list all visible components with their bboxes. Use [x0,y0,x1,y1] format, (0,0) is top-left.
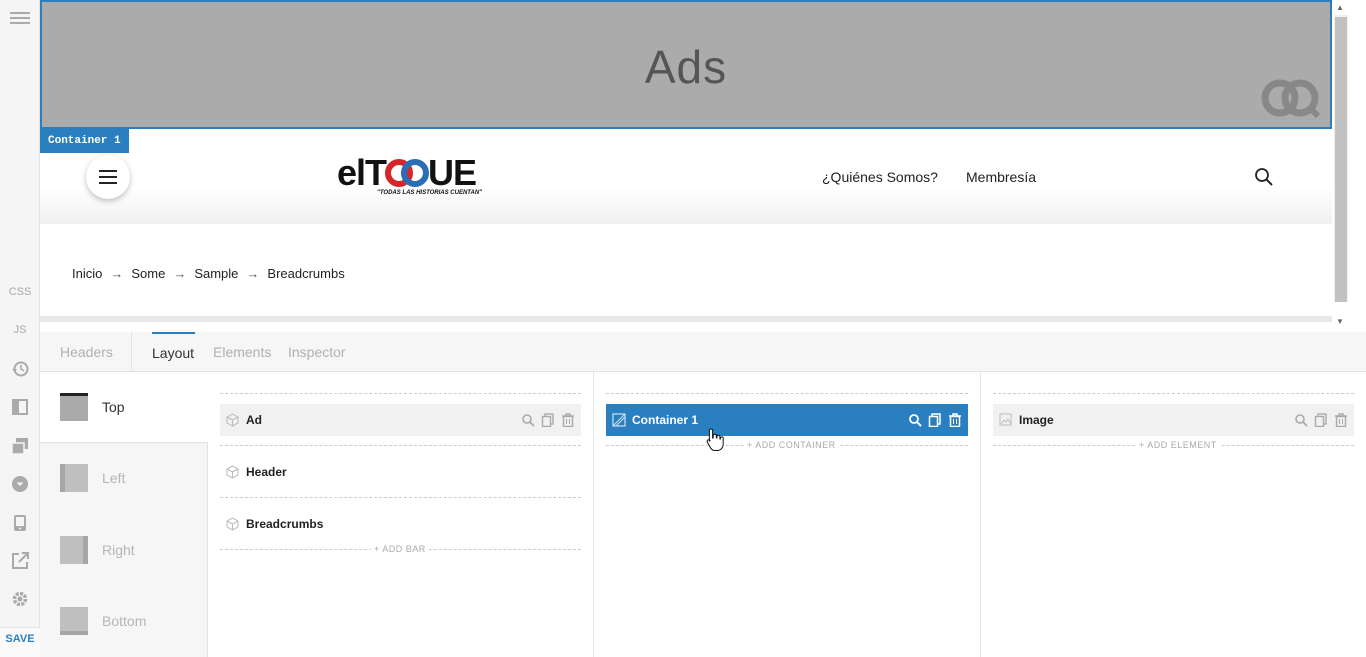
duplicate-icon[interactable] [1314,413,1328,427]
layout-position-list: Top Left Right Bottom [40,372,208,657]
layout-left-icon [60,464,88,492]
preview-scrollbar[interactable]: ▲ ▼ [1332,0,1366,332]
add-container-button[interactable]: + ADD CONTAINER [744,440,839,450]
site-header: el T UE "TODAS LAS HISTORIAS CUENTAN" ¿Q… [40,129,1332,224]
breadcrumb-separator: → [246,266,260,281]
breadcrumb-item[interactable]: Some [131,266,165,281]
cube-icon [226,465,239,479]
copy-layers-icon[interactable] [0,437,40,460]
layout-right[interactable]: Right [40,515,208,586]
breadcrumb-separator: → [110,266,124,281]
nav-quienes-somos[interactable]: ¿Quiénes Somos? [822,169,938,185]
site-preview: Ads el T UE "TODAS LAS HISTORIAS CUENTAN… [40,0,1332,322]
dropdown-circle-icon[interactable] [0,475,40,498]
logo-rings-icon [385,159,430,187]
bars-column: Ad Header Breadcrumbs + ADD BAR [208,372,594,657]
search-icon[interactable] [521,413,535,427]
eltoque-watermark-icon [1260,78,1322,123]
trash-icon[interactable] [561,413,575,427]
tab-inspector[interactable]: Inspector [288,332,346,372]
ad-bar[interactable]: Ads [40,0,1332,129]
tab-elements[interactable]: Elements [213,332,271,372]
layout-bottom[interactable]: Bottom [40,586,208,657]
hand-cursor-icon [706,428,724,457]
mobile-device-icon[interactable] [0,514,40,537]
layout-bottom-icon [60,607,88,635]
js-button[interactable]: JS [0,324,40,336]
search-icon[interactable] [908,413,922,427]
duplicate-icon[interactable] [928,413,942,427]
cube-icon [226,413,239,427]
container-icon [612,413,626,427]
add-element-button[interactable]: + ADD ELEMENT [1136,440,1220,450]
history-icon[interactable] [0,360,40,383]
cube-icon [226,517,239,531]
nav-membresia[interactable]: Membresía [966,169,1036,185]
layout-top-icon [60,393,88,421]
elements-column: Image + ADD ELEMENT [981,372,1366,657]
breadcrumb-item[interactable]: Inicio [72,266,102,281]
bar-label: Header [246,465,287,479]
containers-column: Container 1 + ADD CONTAINER [594,372,981,657]
container-tag[interactable]: Container 1 [40,129,129,153]
search-icon[interactable] [1254,167,1274,192]
container-item-1[interactable]: Container 1 [606,404,968,436]
sidebar-layout-icon[interactable] [0,398,40,421]
panel-tabs: Headers Layout Elements Inspector [40,332,1366,372]
bar-label: Ad [246,413,262,427]
duplicate-icon[interactable] [541,413,555,427]
layout-right-icon [60,536,88,564]
menu-icon[interactable] [0,10,40,31]
search-icon[interactable] [1294,413,1308,427]
bar-label: Breadcrumbs [246,517,324,531]
hamburger-menu-button[interactable] [86,155,130,199]
logo-text-right: UE [428,152,477,193]
add-bar-button[interactable]: + ADD BAR [371,544,429,554]
element-label: Image [1019,413,1054,427]
left-toolbar: CSS JS SAVE [0,0,40,657]
trash-icon[interactable] [948,413,962,427]
trash-icon[interactable] [1334,413,1348,427]
save-button[interactable]: SAVE [0,627,40,657]
ad-placeholder-text: Ads [644,41,728,93]
breadcrumb-item: Breadcrumbs [267,266,345,281]
image-icon [999,413,1012,426]
gear-icon[interactable] [0,590,40,613]
tab-layout[interactable]: Layout [152,332,196,372]
breadcrumb: Inicio → Some → Sample → Breadcrumbs [72,266,345,281]
layout-top[interactable]: Top [40,372,208,443]
breadcrumb-separator: → [173,266,187,281]
logo-tagline: "TODAS LAS HISTORIAS CUENTAN" [377,190,483,196]
tab-headers[interactable]: Headers [60,332,113,372]
eltoque-logo[interactable]: el T UE "TODAS LAS HISTORIAS CUENTAN" [337,153,487,203]
bar-item-ad[interactable]: Ad [220,404,581,436]
css-button[interactable]: CSS [0,286,40,298]
element-item-image[interactable]: Image [993,404,1354,436]
container-label: Container 1 [632,413,699,427]
bar-item-header[interactable]: Header [220,456,581,488]
preview-divider [40,316,1332,322]
scrollbar-thumb[interactable] [1335,17,1347,302]
builder-panel: Headers Layout Elements Inspector Top Le… [40,332,1366,657]
layout-left[interactable]: Left [40,443,208,514]
breadcrumb-item[interactable]: Sample [194,266,238,281]
external-link-icon[interactable] [0,552,40,575]
bar-item-breadcrumbs[interactable]: Breadcrumbs [220,508,581,540]
logo-text-left: el [337,152,366,193]
